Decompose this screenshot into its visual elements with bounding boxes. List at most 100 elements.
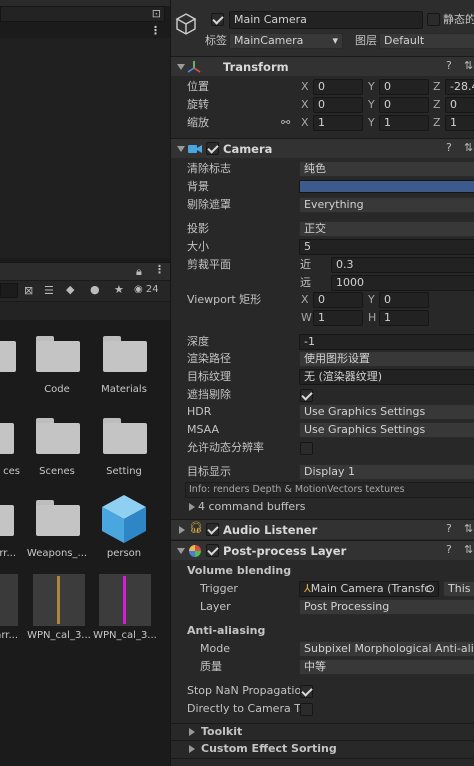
custom-effect-sorting-foldout[interactable]: Custom Effect Sorting xyxy=(201,741,337,757)
active-checkbox[interactable] xyxy=(211,13,224,26)
asset-label[interactable]: WPN_cal_3... xyxy=(24,630,94,641)
more-icon[interactable]: ⋮ xyxy=(154,263,165,276)
help-icon[interactable]: ? xyxy=(446,59,452,72)
project-search-input[interactable] xyxy=(0,283,18,298)
fold-arrow-icon[interactable] xyxy=(177,64,185,70)
label-icon[interactable]: ◆ xyxy=(66,283,74,296)
star-icon[interactable]: ★ xyxy=(114,283,124,296)
viewport-h-field[interactable]: 1 xyxy=(379,310,429,326)
asset-label[interactable]: Materials xyxy=(89,384,159,395)
asset-label[interactable]: ces xyxy=(0,466,20,477)
directly-to-camera-checkbox[interactable] xyxy=(300,703,313,716)
filter-icon[interactable]: ☰ xyxy=(44,284,54,297)
audio-listener-enabled-checkbox[interactable] xyxy=(206,523,219,536)
dynamic-resolution-checkbox[interactable] xyxy=(300,442,313,455)
rotation-x-field[interactable]: 0 xyxy=(313,97,363,113)
depth-field[interactable]: -1 xyxy=(299,334,474,350)
help-icon[interactable]: ? xyxy=(446,141,452,154)
search-by-type-icon[interactable]: ⊠ xyxy=(24,284,33,297)
clear-flags-dropdown[interactable]: 纯色 xyxy=(299,161,474,177)
scale-x-field[interactable]: 1 xyxy=(313,115,363,131)
target-display-dropdown[interactable]: Display 1 xyxy=(299,464,474,480)
fold-arrow-icon[interactable] xyxy=(189,728,195,736)
asset-label[interactable]: Code xyxy=(22,384,92,395)
trigger-field[interactable]: ⅄Main Camera (Transfc ⊙ xyxy=(299,581,439,597)
rotation-z-field[interactable]: 0 xyxy=(445,97,474,113)
asset-label[interactable]: arr... xyxy=(0,548,16,559)
folder-icon[interactable] xyxy=(0,500,14,536)
fold-arrow-icon[interactable] xyxy=(177,146,185,152)
texture-thumbnail[interactable] xyxy=(0,574,18,626)
toolkit-foldout[interactable]: Toolkit xyxy=(201,724,242,740)
position-y-field[interactable]: 0 xyxy=(379,79,429,95)
asset-label[interactable]: earr... xyxy=(0,630,18,641)
lock-icon[interactable]: 🔒︎ xyxy=(136,265,142,279)
link-icon[interactable]: ⚯ xyxy=(281,116,290,129)
help-icon[interactable]: ? xyxy=(446,522,452,535)
object-picker-icon[interactable]: ⊙ xyxy=(426,582,435,596)
transform-header[interactable]: Transform ? ⇅ xyxy=(171,56,474,76)
object-name-field[interactable]: Main Camera xyxy=(229,11,423,29)
more-menu-icon[interactable]: ⋮ xyxy=(150,24,161,37)
rotation-y-field[interactable]: 0 xyxy=(379,97,429,113)
folder-icon[interactable] xyxy=(0,418,14,454)
fold-arrow-icon[interactable] xyxy=(179,526,185,534)
layer-dropdown[interactable]: Default xyxy=(379,33,474,49)
fold-arrow-icon[interactable] xyxy=(189,503,195,511)
post-process-enabled-checkbox[interactable] xyxy=(206,544,219,557)
position-z-field[interactable]: -28.4 xyxy=(445,79,474,95)
settings-icon[interactable]: ⇅ xyxy=(464,59,473,72)
static-checkbox[interactable] xyxy=(427,13,440,26)
post-process-header[interactable]: Post-process Layer ? ⇅ xyxy=(171,540,474,560)
viewport-x-field[interactable]: 0 xyxy=(313,292,363,308)
size-field[interactable]: 5 xyxy=(299,239,474,255)
prefab-icon[interactable] xyxy=(100,493,148,545)
mode-dropdown[interactable]: Subpixel Morphological Anti-alias xyxy=(299,641,474,657)
folder-icon[interactable] xyxy=(103,336,147,372)
scale-y-field[interactable]: 1 xyxy=(379,115,429,131)
asset-label[interactable]: WPN_cal_3... xyxy=(90,630,160,641)
help-icon[interactable]: ? xyxy=(446,543,452,556)
folder-icon[interactable] xyxy=(36,336,80,372)
asset-label[interactable]: Scenes xyxy=(22,466,92,477)
scale-z-field[interactable]: 1 xyxy=(445,115,474,131)
position-x-field[interactable]: 0 xyxy=(313,79,363,95)
fold-arrow-icon[interactable] xyxy=(189,745,195,753)
projection-dropdown[interactable]: 正交 xyxy=(299,221,474,237)
target-texture-field[interactable]: 无 (渲染器纹理) xyxy=(299,369,474,385)
texture-thumbnail[interactable] xyxy=(33,574,85,626)
hierarchy-search-input[interactable]: ⊡ xyxy=(0,6,165,22)
near-field[interactable]: 0.3 xyxy=(331,257,474,273)
alert-icon[interactable]: ● xyxy=(90,283,100,296)
this-button[interactable]: This xyxy=(443,581,474,597)
audio-listener-header[interactable]: 🎧︎ Audio Listener ? ⇅ xyxy=(171,519,474,539)
command-buffers-label[interactable]: 4 command buffers xyxy=(198,499,305,515)
msaa-dropdown[interactable]: Use Graphics Settings xyxy=(299,422,474,438)
folder-icon[interactable] xyxy=(103,418,147,454)
layer-mask-dropdown[interactable]: Post Processing xyxy=(299,599,474,615)
stop-nan-checkbox[interactable] xyxy=(300,685,313,698)
occlusion-culling-checkbox[interactable] xyxy=(300,389,313,402)
folder-icon[interactable] xyxy=(36,418,80,454)
folder-icon[interactable] xyxy=(0,336,16,372)
asset-label[interactable]: Setting xyxy=(89,466,159,477)
quality-dropdown[interactable]: 中等 xyxy=(299,659,474,675)
viewport-w-field[interactable]: 1 xyxy=(313,310,363,326)
asset-label[interactable]: Weapons_... xyxy=(22,548,92,559)
rendering-path-dropdown[interactable]: 使用图形设置 xyxy=(299,351,474,367)
camera-enabled-checkbox[interactable] xyxy=(206,142,219,155)
texture-thumbnail[interactable] xyxy=(99,574,151,626)
hdr-dropdown[interactable]: Use Graphics Settings xyxy=(299,404,474,420)
settings-icon[interactable]: ⇅ xyxy=(464,522,473,535)
settings-icon[interactable]: ⇅ xyxy=(464,141,473,154)
asset-label[interactable]: person xyxy=(89,548,159,559)
viewport-y-field[interactable]: 0 xyxy=(379,292,429,308)
tag-dropdown[interactable]: MainCamera ▾ xyxy=(229,33,343,49)
background-color-swatch[interactable] xyxy=(299,180,474,193)
folder-icon[interactable] xyxy=(36,500,80,536)
camera-header[interactable]: Camera ? ⇅ xyxy=(171,138,474,158)
culling-mask-dropdown[interactable]: Everything xyxy=(299,197,474,213)
settings-icon[interactable]: ⇅ xyxy=(464,543,473,556)
far-field[interactable]: 1000 xyxy=(331,275,474,291)
fold-arrow-icon[interactable] xyxy=(177,548,185,554)
